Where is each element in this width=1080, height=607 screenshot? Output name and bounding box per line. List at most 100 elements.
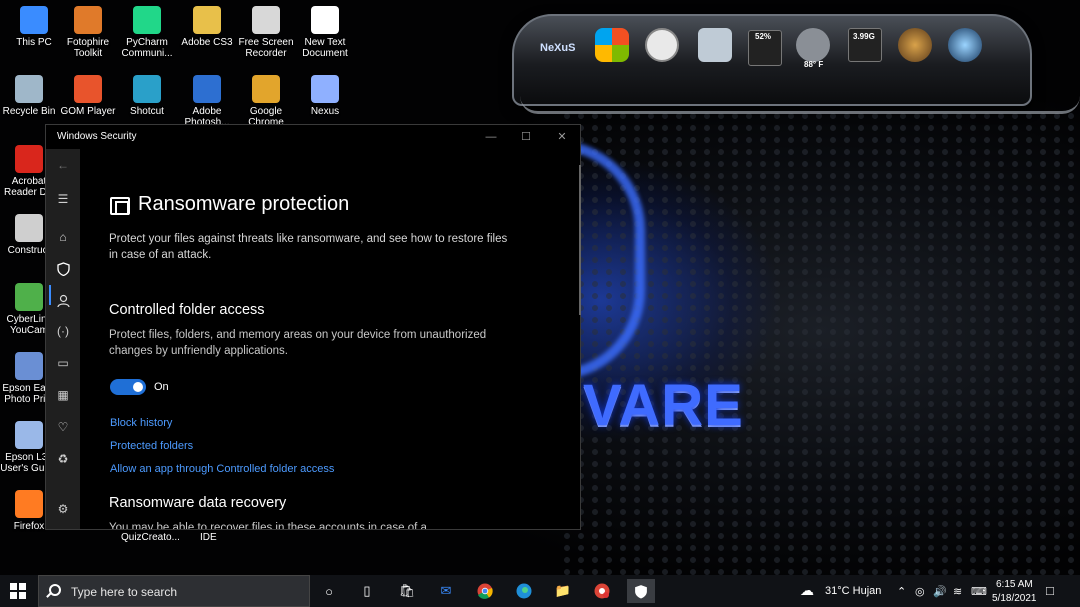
edge-icon[interactable]: [510, 579, 538, 603]
volume-icon[interactable]: 🔊: [933, 585, 947, 598]
desktop-icon-label: This PC: [16, 37, 52, 48]
epson-guide-icon: [15, 421, 43, 449]
fotophire-icon: [74, 6, 102, 34]
desktop-icon[interactable]: Nexus: [296, 75, 354, 117]
cfa-toggle-switch[interactable]: [110, 379, 146, 395]
cfa-toggle-label: On: [154, 381, 169, 393]
windows-security-window: Windows Security — ☐ ✕ ← ☰ ⌂ (·) ▭ ▦ ♡ ♻…: [45, 124, 581, 530]
youcam-icon: [15, 283, 43, 311]
taskbar-search-box[interactable]: Type here to search: [38, 575, 310, 607]
desktop-icon-label-quizcreator[interactable]: QuizCreato...: [121, 532, 180, 543]
desktop-icon-label: Adobe CS3: [181, 37, 233, 48]
photoshop-icon: [193, 75, 221, 103]
block-history-link[interactable]: Block history: [110, 417, 172, 429]
wallpaper-brand-text: VARE: [583, 373, 744, 438]
page-content: Ransomware protection Protect your files…: [80, 149, 575, 529]
dock-windows-icon[interactable]: [595, 28, 629, 62]
close-button[interactable]: ✕: [554, 129, 570, 145]
window-titlebar[interactable]: Windows Security — ☐ ✕: [46, 125, 580, 149]
tray-meet-now-icon[interactable]: ◎: [915, 585, 925, 598]
desktop-icon[interactable]: GOM Player: [59, 75, 117, 117]
app-browser-icon[interactable]: ▭: [53, 353, 73, 373]
desktop-icon[interactable]: PyCharm Communi...: [118, 6, 176, 59]
hamburger-menu-icon[interactable]: ☰: [53, 189, 73, 209]
desktop-icon[interactable]: Free Screen Recorder: [237, 6, 295, 59]
desktop-icon-label: Fotophire Toolkit: [66, 37, 110, 59]
desktop-icon[interactable]: Adobe Photosh...: [178, 75, 236, 128]
firefox-icon: [15, 490, 43, 518]
allow-app-link[interactable]: Allow an app through Controlled folder a…: [110, 463, 334, 475]
home-icon[interactable]: ⌂: [53, 227, 73, 247]
desktop-icon-label: GOM Player: [60, 106, 116, 117]
recycle-bin-icon: [15, 75, 43, 103]
epson-photo-icon: [15, 352, 43, 380]
weather-text[interactable]: 31°C Hujan: [825, 585, 881, 597]
settings-gear-icon[interactable]: ⚙: [53, 499, 73, 519]
cfa-heading: Controlled folder access: [109, 302, 265, 318]
desktop-icon[interactable]: New Text Document: [296, 6, 354, 59]
device-security-icon[interactable]: ▦: [53, 385, 73, 405]
shotcut-icon: [133, 75, 161, 103]
ransomware-icon: [110, 197, 130, 215]
taskbar: Type here to search ○ ▯ 🛍 ✉ 📁 ☁ 31°C Huj…: [0, 575, 1080, 607]
protected-folders-link[interactable]: Protected folders: [110, 440, 193, 452]
mail-icon[interactable]: ✉: [432, 579, 460, 603]
tray-chevron-up-icon[interactable]: ⌃: [897, 585, 906, 598]
page-description: Protect your files against threats like …: [109, 233, 508, 261]
recovery-description: You may be able to recover files in thes…: [109, 522, 427, 529]
desktop-icon-label: Recycle Bin: [2, 106, 56, 117]
dock-nexus-logo[interactable]: NeXuS: [540, 42, 575, 54]
scrollbar-thumb[interactable]: [579, 165, 581, 315]
desktop-icon[interactable]: Shotcut: [118, 75, 176, 117]
hex-wallpaper-pattern: [560, 110, 1080, 575]
dock-weather-icon[interactable]: [796, 28, 830, 62]
input-language-icon[interactable]: ⌨: [971, 585, 987, 598]
nexus-icon: [311, 75, 339, 103]
windows-security-taskbar-icon[interactable]: [627, 579, 655, 603]
task-view-icon[interactable]: ▯: [353, 579, 381, 603]
firewall-icon[interactable]: (·): [53, 321, 73, 341]
clock-date[interactable]: 5/18/2021: [992, 593, 1037, 604]
file-explorer-icon[interactable]: 📁: [549, 579, 577, 603]
desktop-icon-label: Nexus: [310, 106, 340, 117]
notifications-icon[interactable]: □: [1046, 583, 1054, 598]
minimize-button[interactable]: —: [483, 129, 499, 145]
dock-network-globe-icon[interactable]: [898, 28, 932, 62]
network-icon[interactable]: ≋: [953, 585, 962, 598]
dock-clock-icon[interactable]: [645, 28, 679, 62]
acrobat-icon: [15, 145, 43, 173]
text-document-icon: [311, 6, 339, 34]
nav-selection-indicator: [49, 285, 51, 305]
desktop-icon[interactable]: Adobe CS3: [178, 6, 236, 48]
dock-swoosh: [520, 96, 1080, 114]
dock-recycle-bin-icon[interactable]: [698, 28, 732, 62]
family-icon[interactable]: ♻: [53, 449, 73, 469]
account-icon[interactable]: [53, 291, 73, 311]
chrome-profile-icon[interactable]: [588, 579, 616, 603]
recovery-heading: Ransomware data recovery: [109, 495, 287, 511]
pycharm-icon: [133, 6, 161, 34]
dock-camera-icon[interactable]: [948, 28, 982, 62]
gom-player-icon: [74, 75, 102, 103]
cortana-icon[interactable]: ○: [315, 579, 343, 603]
desktop-icon-label: Shotcut: [130, 106, 164, 117]
maximize-button[interactable]: ☐: [518, 129, 534, 145]
weather-cloud-icon[interactable]: ☁: [800, 582, 814, 599]
shield-icon[interactable]: [53, 259, 73, 279]
desktop-icon[interactable]: Recycle Bin: [0, 75, 58, 117]
chrome-icon: [252, 75, 280, 103]
chrome-icon[interactable]: [471, 579, 499, 603]
store-icon[interactable]: 🛍: [393, 579, 421, 603]
dock-memory-value: 3.99G: [853, 32, 875, 41]
construct-icon: [15, 214, 43, 242]
desktop-icon[interactable]: Fotophire Toolkit: [59, 6, 117, 59]
back-arrow-icon[interactable]: ←: [53, 155, 73, 175]
start-button[interactable]: [6, 581, 30, 601]
health-heart-icon[interactable]: ♡: [53, 417, 73, 437]
windows-logo-icon: [10, 583, 26, 599]
clock-time[interactable]: 6:15 AM: [996, 579, 1033, 590]
desktop-icon[interactable]: Google Chrome: [237, 75, 295, 128]
desktop-icon-label-ide[interactable]: IDE: [200, 532, 217, 543]
desktop-icon[interactable]: This PC: [5, 6, 63, 48]
recorder-icon: [252, 6, 280, 34]
